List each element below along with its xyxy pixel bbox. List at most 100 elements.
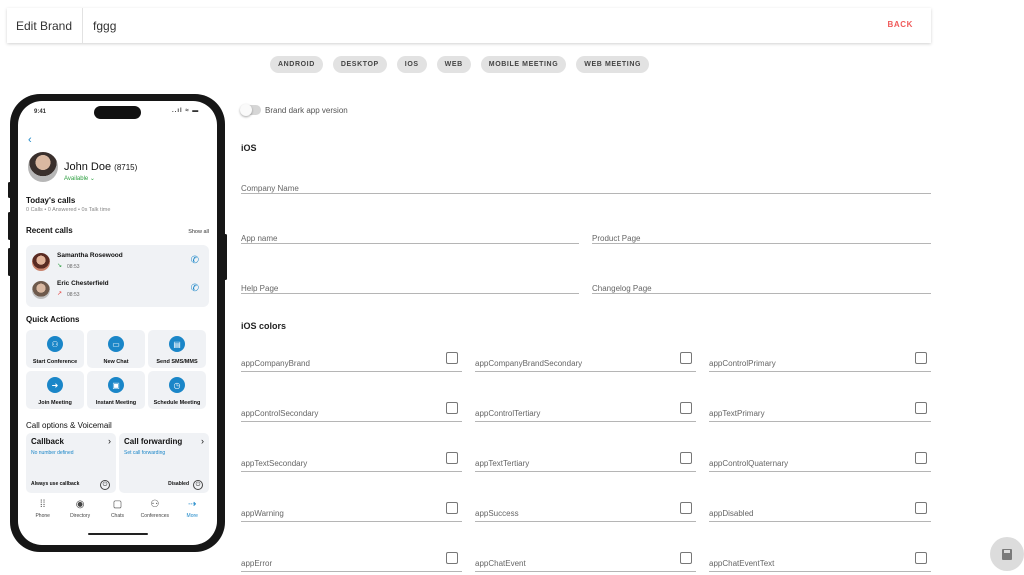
app-name-input[interactable] <box>241 230 579 245</box>
page-title: Edit Brand <box>7 8 84 43</box>
color-field-appdisabled[interactable]: appDisabled <box>709 502 931 522</box>
color-label: appControlPrimary <box>709 359 776 368</box>
color-field-appcontroltertiary[interactable]: appControlTertiary <box>475 402 696 422</box>
color-swatch[interactable] <box>446 352 458 364</box>
nav-directory[interactable]: ◉ Directory <box>64 499 96 519</box>
quick-action-label: Join Meeting <box>38 400 72 406</box>
color-label: appControlTertiary <box>475 409 541 418</box>
color-label: appError <box>241 559 273 568</box>
product-page-field[interactable] <box>592 228 931 245</box>
phone-icon[interactable]: ✆ <box>191 255 199 266</box>
color-swatch[interactable] <box>446 502 458 514</box>
color-swatch[interactable] <box>915 502 927 514</box>
company-name-field[interactable] <box>241 178 931 195</box>
nav-chats[interactable]: ▢ Chats <box>101 499 133 519</box>
quick-action-send-sms[interactable]: ▤ Send SMS/MMS <box>148 330 206 368</box>
quick-action-start-conference[interactable]: ⚇ Start Conference <box>26 330 84 368</box>
home-indicator <box>88 533 148 535</box>
color-field-appcompanybrand[interactable]: appCompanyBrand <box>241 352 462 372</box>
color-field-apptextprimary[interactable]: appTextPrimary <box>709 402 931 422</box>
changelog-page-input[interactable] <box>592 280 931 295</box>
dark-version-toggle[interactable] <box>240 104 261 116</box>
phone-preview: 9:41 ..ıl ≈ ▬ ‹ John Doe (8715) Availabl… <box>8 94 227 552</box>
save-button[interactable] <box>990 537 1024 571</box>
quick-action-new-chat[interactable]: ▭ New Chat <box>87 330 145 368</box>
color-field-appsuccess[interactable]: appSuccess <box>475 502 696 522</box>
quick-action-schedule-meeting[interactable]: ◷ Schedule Meeting <box>148 371 206 409</box>
help-page-input[interactable] <box>241 280 579 295</box>
color-swatch[interactable] <box>915 352 927 364</box>
video-icon: ▣ <box>108 377 124 393</box>
changelog-page-field[interactable] <box>592 278 931 295</box>
color-label: appChatEventText <box>709 559 775 568</box>
color-swatch[interactable] <box>915 552 927 564</box>
user-status[interactable]: Available ⌄ <box>64 175 95 182</box>
app-name-field[interactable] <box>241 228 579 245</box>
status-time: 9:41 <box>34 109 47 115</box>
recent-call-row[interactable]: Samantha Rosewood ↘ 08:53 ✆ <box>26 248 209 276</box>
tab-desktop[interactable]: DESKTOP <box>332 56 387 73</box>
help-page-field[interactable] <box>241 278 579 295</box>
tab-web-meeting[interactable]: WEB MEETING <box>576 56 650 73</box>
color-field-apptexttertiary[interactable]: appTextTertiary <box>475 452 696 472</box>
avatar <box>32 281 50 299</box>
user-name: John Doe (8715) <box>64 161 138 173</box>
color-field-appchateventtext[interactable]: appChatEventText <box>709 552 931 572</box>
phone-side-button <box>224 234 227 280</box>
nav-conferences[interactable]: ⚇ Conferences <box>139 499 171 519</box>
color-swatch[interactable] <box>680 552 692 564</box>
tab-ios[interactable]: IOS <box>396 56 427 73</box>
show-all-link[interactable]: Show all <box>188 229 209 235</box>
color-label: appChatEvent <box>475 559 526 568</box>
back-button[interactable]: BACK <box>887 20 913 29</box>
phone-side-button <box>8 182 11 198</box>
color-swatch[interactable] <box>446 402 458 414</box>
nav-phone[interactable]: ⁞⁞ Phone <box>27 499 59 519</box>
chevron-left-icon[interactable]: ‹ <box>28 134 32 146</box>
nav-more[interactable]: ⇢ More <box>176 499 208 519</box>
callback-card[interactable]: Callback › No number defined Always use … <box>26 433 116 493</box>
color-label: appTextTertiary <box>475 459 530 468</box>
quick-action-join-meeting[interactable]: ➜ Join Meeting <box>26 371 84 409</box>
color-swatch[interactable] <box>680 402 692 414</box>
quick-action-label: Start Conference <box>32 359 78 365</box>
dialpad-icon: ⁞⁞ <box>39 499 46 510</box>
color-swatch[interactable] <box>680 352 692 364</box>
power-icon[interactable]: ⏻ <box>100 480 110 490</box>
color-swatch[interactable] <box>446 552 458 564</box>
tab-mobile-meeting[interactable]: MOBILE MEETING <box>480 56 567 73</box>
color-field-appcontrolsecondary[interactable]: appControlSecondary <box>241 402 462 422</box>
tab-web[interactable]: WEB <box>436 56 471 73</box>
color-field-appcontrolquaternary[interactable]: appControlQuaternary <box>709 452 931 472</box>
bottom-nav: ⁞⁞ Phone ◉ Directory ▢ Chats ⚇ Conferences ⇢… <box>18 499 217 519</box>
color-field-appchatevent[interactable]: appChatEvent <box>475 552 696 572</box>
color-label: appControlSecondary <box>241 409 319 418</box>
caller-name: Eric Chesterfield <box>57 280 109 287</box>
call-forwarding-card[interactable]: Call forwarding › Set call forwarding Di… <box>119 433 209 493</box>
color-swatch[interactable] <box>680 502 692 514</box>
tab-android[interactable]: ANDROID <box>270 56 323 73</box>
product-page-input[interactable] <box>592 230 931 245</box>
color-swatch[interactable] <box>680 452 692 464</box>
color-swatch[interactable] <box>915 452 927 464</box>
company-name-input[interactable] <box>241 180 931 195</box>
phone-icon[interactable]: ✆ <box>191 283 199 294</box>
color-field-apperror[interactable]: appError <box>241 552 462 572</box>
recent-calls-card: Samantha Rosewood ↘ 08:53 ✆ Eric Chester… <box>26 245 209 307</box>
color-swatch[interactable] <box>915 402 927 414</box>
color-label: appTextSecondary <box>241 459 308 468</box>
color-swatch[interactable] <box>446 452 458 464</box>
color-field-appcontrolprimary[interactable]: appControlPrimary <box>709 352 931 372</box>
missed-call-icon: ↗ <box>57 291 63 297</box>
color-field-appcompanybrandsecondary[interactable]: appCompanyBrandSecondary <box>475 352 696 372</box>
quick-action-instant-meeting[interactable]: ▣ Instant Meeting <box>87 371 145 409</box>
power-icon[interactable]: ⏻ <box>193 480 203 490</box>
color-field-apptextsecondary[interactable]: appTextSecondary <box>241 452 462 472</box>
quick-action-label: Send SMS/MMS <box>156 359 198 365</box>
page-header: Edit Brand fggg BACK <box>7 8 931 43</box>
recent-call-row[interactable]: Eric Chesterfield ↗ 08:53 ✆ <box>26 276 209 304</box>
color-label: appWarning <box>241 509 284 518</box>
ios-colors-title: iOS colors <box>241 321 287 331</box>
color-field-appwarning[interactable]: appWarning <box>241 502 462 522</box>
status-icons: ..ıl ≈ ▬ <box>172 108 200 114</box>
